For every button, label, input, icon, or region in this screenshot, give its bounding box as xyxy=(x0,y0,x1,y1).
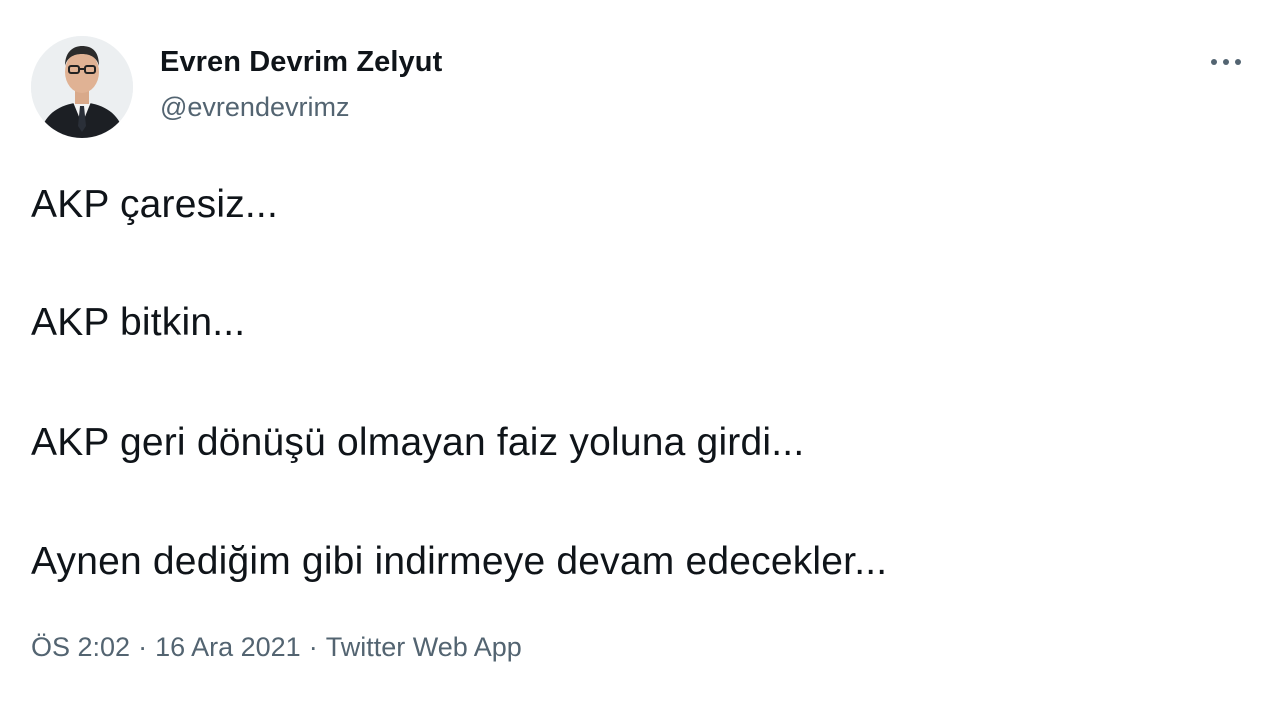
tweet-source-link[interactable]: Twitter Web App xyxy=(326,632,522,663)
separator-dot: · xyxy=(308,632,318,662)
more-options-button[interactable] xyxy=(1204,44,1248,80)
tweet-text-line: AKP çaresiz... xyxy=(31,183,279,226)
person-portrait-icon xyxy=(31,36,133,138)
author-handle[interactable]: @evrendevrimz xyxy=(160,92,349,123)
tweet-text-line: AKP geri dönüşü olmayan faiz yoluna gird… xyxy=(31,421,805,464)
tweet-text-line: Aynen dediğim gibi indirmeye devam edece… xyxy=(31,540,888,583)
tweet-time-link[interactable]: ÖS 2:02 xyxy=(31,632,130,663)
avatar[interactable] xyxy=(31,36,133,138)
tweet-text-line: AKP bitkin... xyxy=(31,301,246,344)
tweet-date-link[interactable]: 16 Ara 2021 xyxy=(155,632,301,663)
tweet-card: Evren Devrim Zelyut @evrendevrimz AKP ça… xyxy=(0,0,1280,708)
tweet-metadata: ÖS 2:02 · 16 Ara 2021 · Twitter Web App xyxy=(31,632,522,663)
separator-dot: · xyxy=(138,632,148,662)
author-display-name[interactable]: Evren Devrim Zelyut xyxy=(160,46,442,79)
more-options-icon xyxy=(1211,59,1241,65)
